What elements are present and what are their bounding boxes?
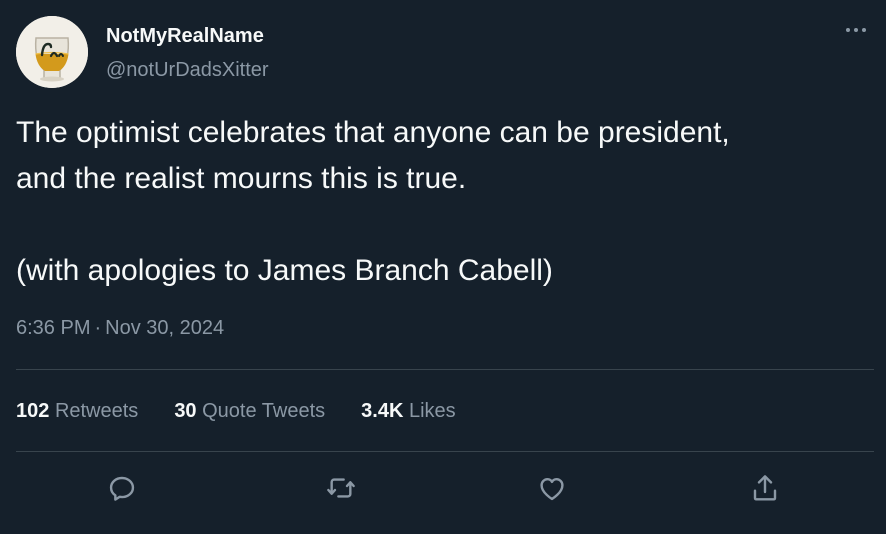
display-name[interactable]: NotMyRealName: [106, 24, 264, 48]
engagement-stats: 102 Retweets 30 Quote Tweets 3.4K Likes: [16, 398, 492, 424]
likes-count: 3.4K: [361, 400, 404, 422]
avatar[interactable]: [16, 16, 88, 88]
like-icon: [540, 478, 564, 501]
more-options-button[interactable]: [840, 18, 872, 42]
timestamp-separator: ·: [94, 317, 102, 339]
quote-tweets-stat[interactable]: 30 Quote Tweets: [174, 398, 325, 424]
quote-tweets-label: Quote Tweets: [202, 400, 326, 422]
tweet-date[interactable]: Nov 30, 2024: [105, 317, 224, 339]
share-icon: [753, 475, 777, 501]
share-button[interactable]: [743, 466, 787, 510]
retweets-label: Retweets: [54, 400, 139, 422]
divider: [16, 451, 874, 452]
retweet-button[interactable]: [319, 466, 363, 510]
tweet-time[interactable]: 6:36 PM: [16, 317, 90, 339]
reply-button[interactable]: [100, 466, 144, 510]
more-dots-icon: [846, 28, 866, 32]
likes-label: Likes: [408, 400, 456, 422]
reply-icon: [109, 476, 135, 501]
action-bar: [16, 466, 874, 514]
tweet-text: The optimist celebrates that anyone can …: [16, 116, 730, 287]
divider: [16, 369, 874, 370]
retweets-count: 102: [16, 400, 50, 422]
nessie-whisky-glass-icon: [16, 16, 88, 88]
tweet-card: NotMyRealName @notUrDadsXitter The optim…: [0, 0, 886, 534]
retweets-stat[interactable]: 102 Retweets: [16, 398, 138, 424]
like-button[interactable]: [530, 466, 574, 510]
retweet-icon: [327, 478, 355, 498]
likes-stat[interactable]: 3.4K Likes: [361, 398, 456, 424]
quote-tweets-count: 30: [174, 400, 197, 422]
user-handle[interactable]: @notUrDadsXitter: [106, 58, 269, 82]
tweet-timestamp[interactable]: 6:36 PM · Nov 30, 2024: [16, 316, 224, 340]
